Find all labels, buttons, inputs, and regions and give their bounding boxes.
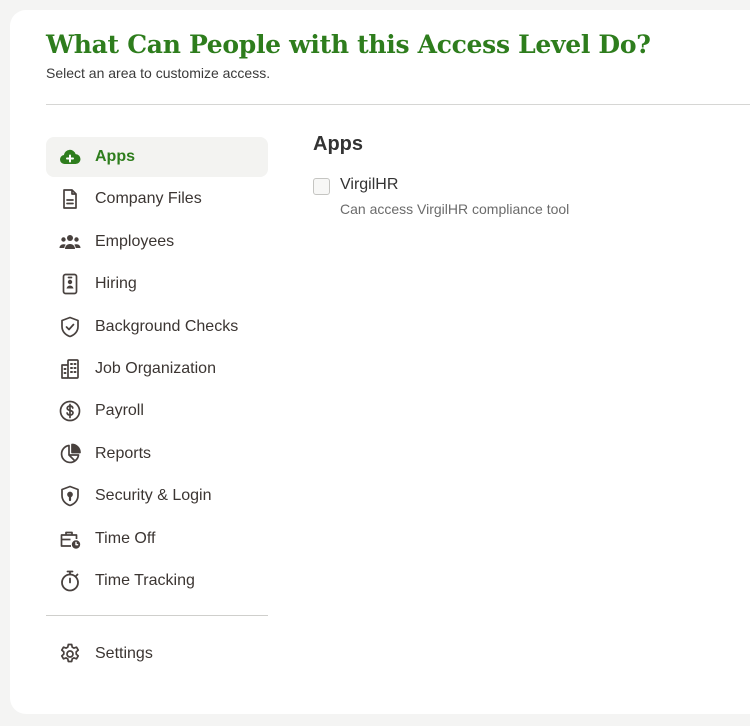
stopwatch-icon: [58, 569, 82, 593]
section-title: Apps: [313, 133, 363, 155]
sidebar-item-settings[interactable]: Settings: [46, 634, 268, 674]
header: What Can People with this Access Level D…: [46, 30, 750, 81]
sidebar-item-time-tracking[interactable]: Time Tracking: [46, 561, 268, 601]
permission-row: VirgilHR Can access VirgilHR compliance …: [313, 176, 569, 217]
sidebar-item-label: Settings: [95, 644, 153, 662]
sidebar-item-time-off[interactable]: Time Off: [46, 519, 268, 559]
sidebar-item-label: Job Organization: [95, 359, 216, 377]
document-icon: [58, 187, 82, 211]
sidebar-item-payroll[interactable]: Payroll: [46, 391, 268, 431]
sidebar-item-label: Reports: [95, 444, 152, 462]
main-content: Apps VirgilHR Can access VirgilHR compli…: [313, 133, 569, 217]
sidebar-item-hiring[interactable]: Hiring: [46, 264, 268, 304]
sidebar-item-company-files[interactable]: Company Files: [46, 179, 268, 219]
gear-icon: [58, 642, 82, 666]
permission-description: Can access VirgilHR compliance tool: [340, 201, 570, 217]
permission-label: VirgilHR: [340, 176, 399, 193]
sidebar-item-label: Employees: [95, 232, 175, 250]
sidebar-item-label: Hiring: [95, 275, 137, 293]
header-divider: [46, 104, 750, 105]
sidebar-item-apps[interactable]: Apps: [46, 137, 268, 177]
sidebar-item-label: Security & Login: [95, 487, 212, 505]
briefcase-clock-icon: [58, 527, 82, 551]
shield-check-icon: [58, 315, 82, 339]
sidebar-item-label: Company Files: [95, 190, 202, 208]
sidebar-item-employees[interactable]: Employees: [46, 222, 268, 262]
virgilhr-checkbox[interactable]: [313, 178, 330, 195]
pie-chart-icon: [58, 442, 82, 466]
id-badge-icon: [58, 272, 82, 296]
shield-lock-icon: [58, 484, 82, 508]
cloud-plus-icon: [58, 145, 82, 169]
sidebar-item-label: Time Off: [95, 529, 156, 547]
sidebar-item-label: Background Checks: [95, 317, 239, 335]
sidebar-item-label: Time Tracking: [95, 571, 195, 589]
sidebar-item-reports[interactable]: Reports: [46, 434, 268, 474]
sidebar-item-label: Apps: [95, 148, 135, 165]
sidebar-item-security-login[interactable]: Security & Login: [46, 476, 268, 516]
access-level-card: What Can People with this Access Level D…: [10, 10, 750, 714]
building-icon: [58, 357, 82, 381]
sidebar-item-background-checks[interactable]: Background Checks: [46, 307, 268, 347]
dollar-circle-icon: [58, 399, 82, 423]
sidebar: Apps Company Files Employees Hiring Back…: [46, 137, 268, 676]
page-title: What Can People with this Access Level D…: [46, 30, 651, 59]
sidebar-divider: [46, 614, 268, 616]
sidebar-item-label: Payroll: [95, 402, 144, 420]
page-subtitle: Select an area to customize access.: [46, 65, 271, 81]
sidebar-item-job-organization[interactable]: Job Organization: [46, 349, 268, 389]
people-group-icon: [58, 230, 82, 254]
